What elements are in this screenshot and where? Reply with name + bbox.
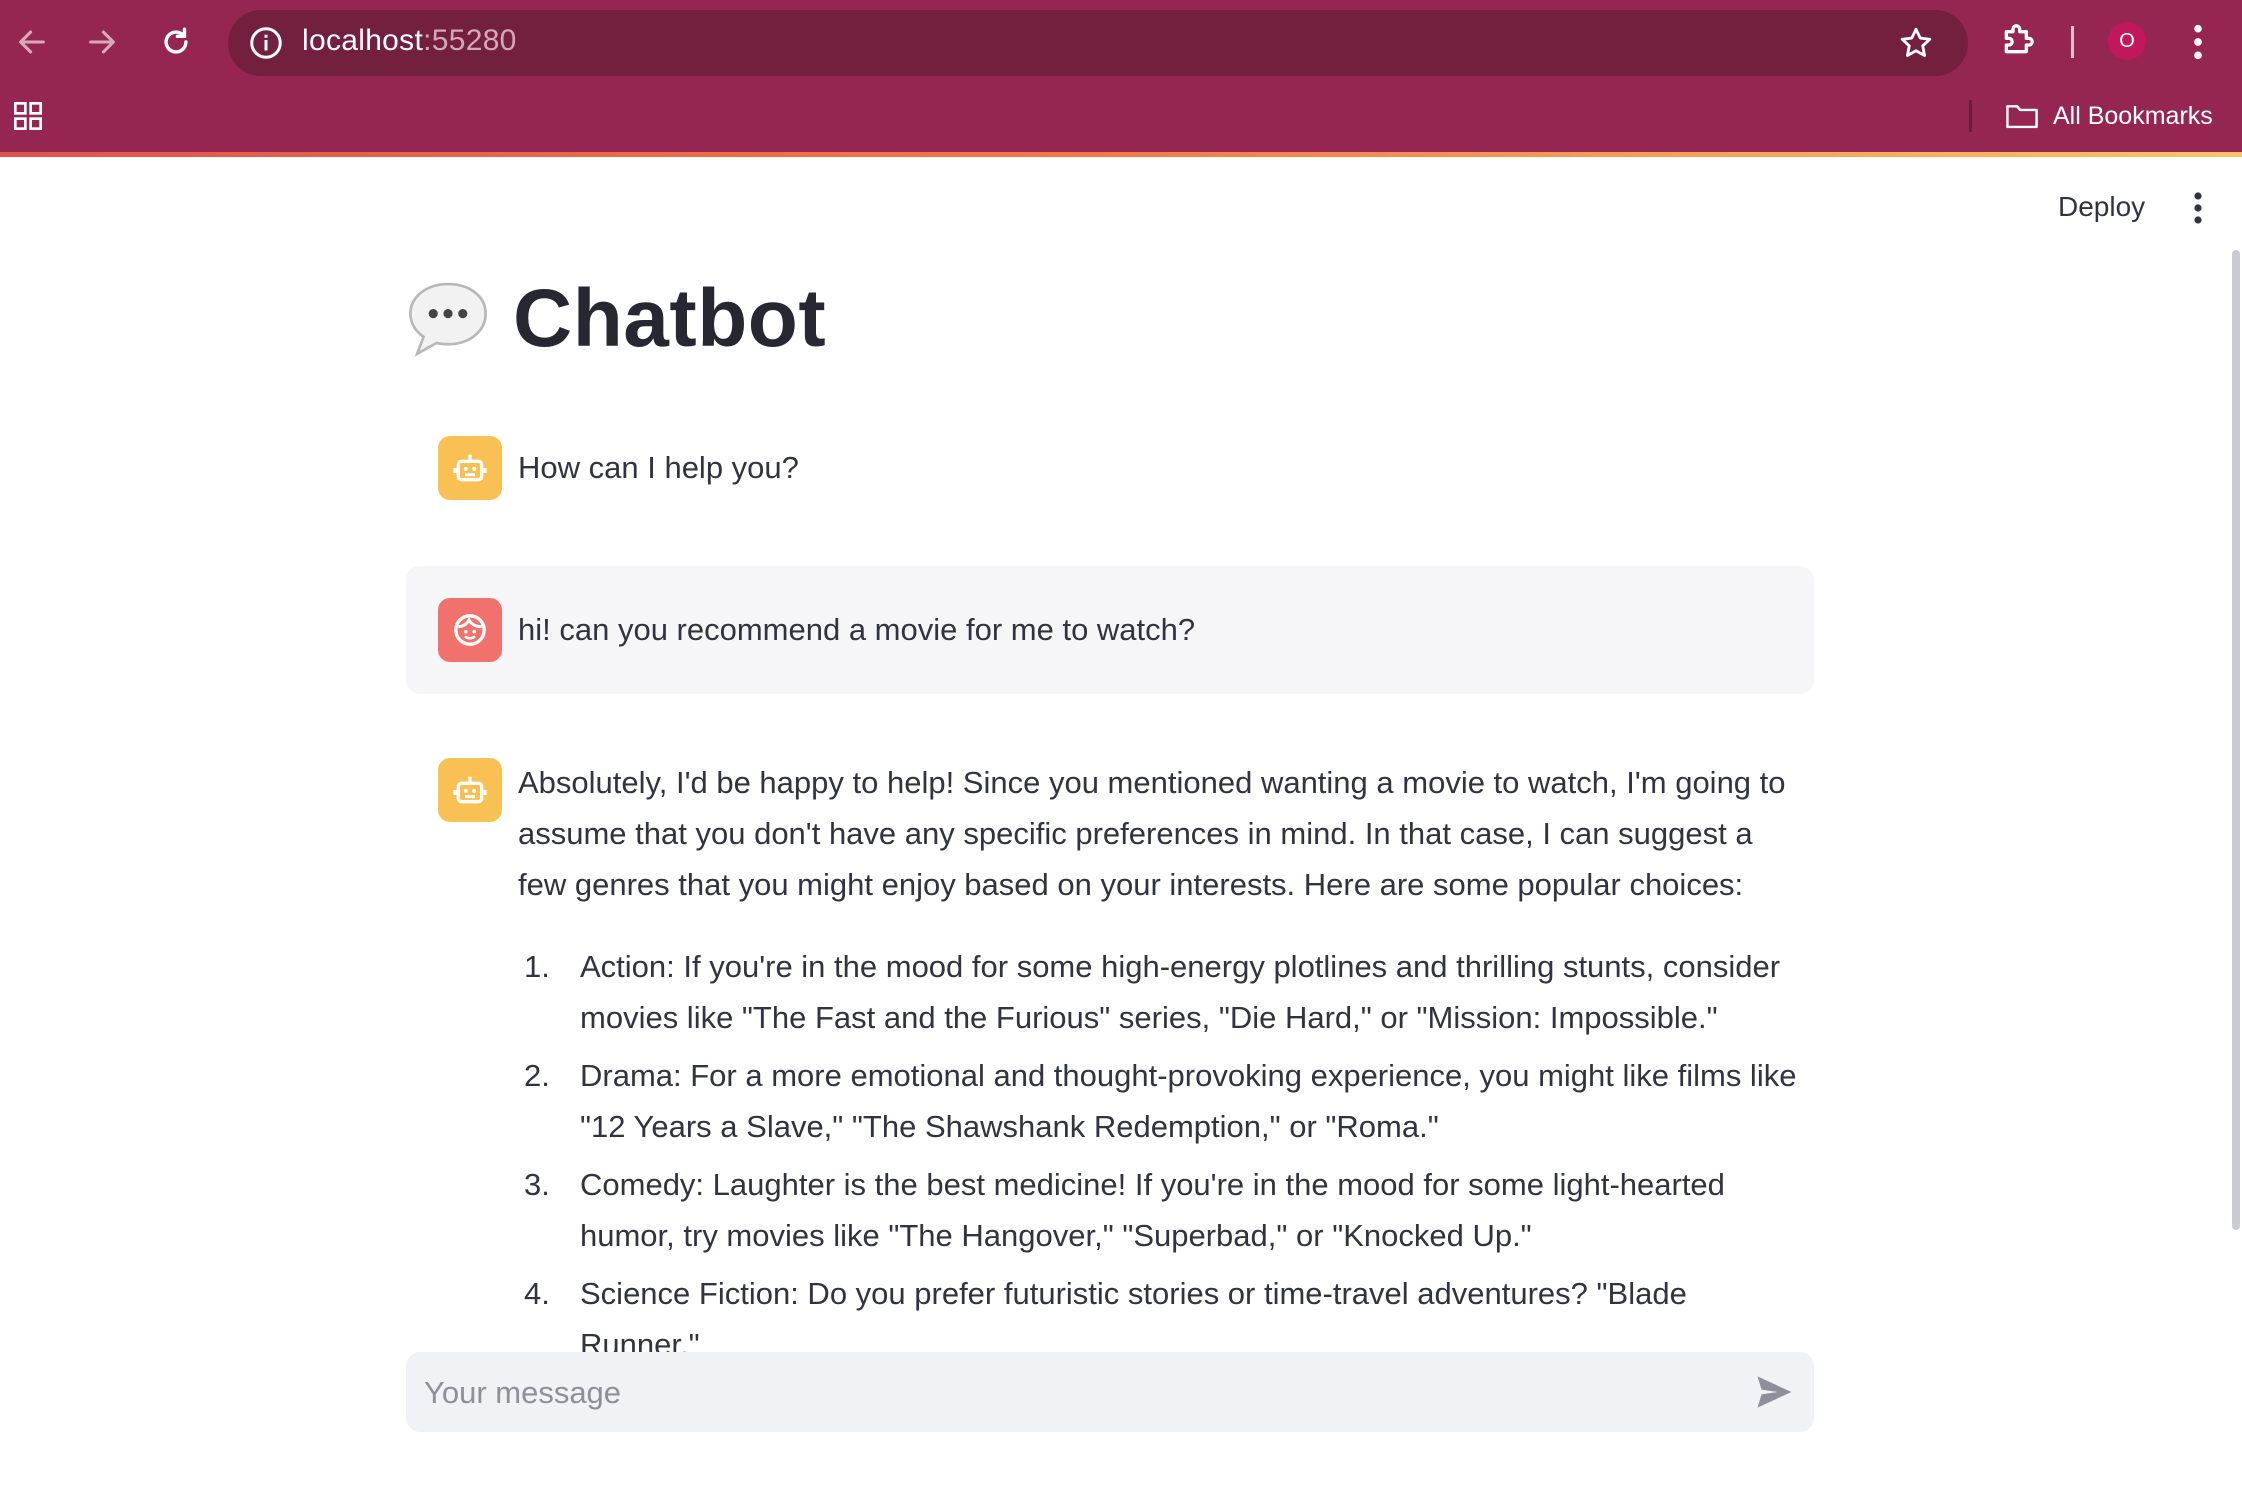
- toolbar-divider: [2071, 26, 2074, 58]
- page-title: Chatbot: [513, 273, 827, 364]
- list-number: 4.: [524, 1276, 550, 1311]
- robot-icon: [453, 776, 487, 804]
- url-text[interactable]: localhost:55280: [302, 24, 517, 58]
- app-menu-icon[interactable]: [2186, 190, 2210, 226]
- footer-area: [0, 1460, 2242, 1492]
- folder-icon: [2006, 105, 2038, 129]
- reload-icon[interactable]: [148, 14, 204, 70]
- face-icon: [454, 614, 486, 646]
- list-item: 2. Drama: For a more emotional and though…: [524, 1050, 1814, 1152]
- forward-arrow-icon[interactable]: [74, 14, 130, 70]
- bot-avatar: [438, 758, 502, 822]
- list-item: 3. Comedy: Laughter is the best medicine!…: [524, 1159, 1814, 1261]
- bot-avatar: [438, 436, 502, 500]
- star-icon[interactable]: [1898, 25, 1934, 61]
- back-arrow-icon[interactable]: [4, 14, 60, 70]
- message-input[interactable]: [422, 1364, 1726, 1422]
- assistant-message: How can I help you?: [406, 420, 1814, 530]
- list-number: 2.: [524, 1058, 550, 1093]
- info-icon[interactable]: [248, 25, 284, 61]
- robot-icon: [453, 454, 487, 482]
- user-avatar: [438, 598, 502, 662]
- list-text: Science Fiction: Do you prefer futuristi…: [580, 1276, 1687, 1362]
- all-bookmarks-label: All Bookmarks: [2053, 101, 2213, 130]
- user-message: hi! can you recommend a movie for me to …: [406, 566, 1814, 694]
- list-text: Comedy: Laughter is the best medicine! I…: [580, 1167, 1725, 1253]
- toolbar-accent-line: [0, 152, 2242, 157]
- list-item: 1. Action: If you're in the mood for some…: [524, 941, 1814, 1043]
- list-number: 3.: [524, 1167, 550, 1202]
- assistant-message: Absolutely, I'd be happy to help! Since …: [406, 740, 1814, 1362]
- kebab-menu-icon[interactable]: [2186, 22, 2210, 62]
- send-icon[interactable]: [1752, 1370, 1796, 1414]
- speech-balloon-icon: [409, 282, 487, 357]
- message-text: How can I help you?: [518, 450, 799, 485]
- browser-toolbar: localhost:55280 O All Bookmarks: [0, 0, 2242, 157]
- profile-avatar[interactable]: O: [2108, 22, 2146, 60]
- message-intro: Absolutely, I'd be happy to help! Since …: [518, 765, 1786, 902]
- extensions-icon[interactable]: [1998, 20, 2038, 60]
- scrollbar[interactable]: [2232, 250, 2240, 1230]
- list-text: Drama: For a more emotional and thought-…: [580, 1058, 1797, 1144]
- apps-grid-icon[interactable]: [12, 100, 44, 132]
- chat-input-bar: [406, 1352, 1814, 1432]
- bookmarks-divider: [1969, 100, 1972, 132]
- address-bar[interactable]: localhost:55280: [228, 10, 1968, 76]
- page-header: Chatbot: [405, 272, 826, 366]
- recommendation-list: 1. Action: If you're in the mood for some…: [524, 941, 1814, 1377]
- all-bookmarks-button[interactable]: All Bookmarks: [2005, 96, 2213, 136]
- list-text: Action: If you're in the mood for some h…: [580, 949, 1781, 1035]
- deploy-button[interactable]: Deploy: [2040, 185, 2163, 229]
- list-number: 1.: [524, 949, 550, 984]
- url-host: localhost: [302, 24, 424, 57]
- message-text: hi! can you recommend a movie for me to …: [518, 612, 1196, 647]
- url-port: :55280: [423, 24, 517, 57]
